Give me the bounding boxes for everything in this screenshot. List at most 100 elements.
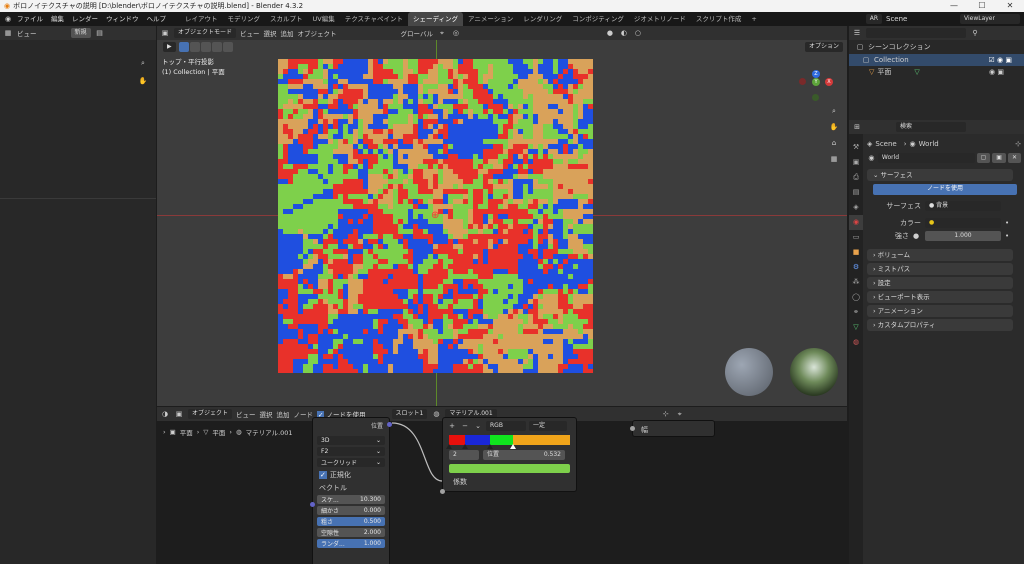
options-button[interactable]: オプション [804, 42, 843, 52]
tab-sculpt[interactable]: スカルプト [265, 12, 308, 26]
tab-rendering[interactable]: レンダリング [518, 12, 567, 26]
outliner-collection[interactable]: ▢ Collection ☑ ◉ ▣ [849, 54, 1024, 66]
outliner-type-icon[interactable]: ☰ [852, 28, 862, 38]
factor-input-socket[interactable] [440, 489, 445, 494]
tab-texture-paint[interactable]: テクスチャペイント [340, 12, 408, 26]
ar-button[interactable]: AR [865, 14, 882, 24]
physics-tab-icon[interactable]: ◯ [849, 290, 863, 305]
viewport-menu-select[interactable]: 選択 [264, 28, 277, 38]
snap-icon[interactable]: ⌖ [437, 28, 447, 38]
pan-hand-icon[interactable]: ✋ [829, 122, 839, 132]
tab-layout[interactable]: レイアウト [180, 12, 223, 26]
ramp-stop-marker[interactable] [510, 444, 517, 449]
voronoi-field-3[interactable]: 空隙性 2.000 [317, 528, 385, 537]
proportional-icon[interactable]: ◎ [451, 28, 461, 38]
scene-selector[interactable]: Scene [886, 15, 956, 23]
particles-tab-icon[interactable]: ⁂ [849, 275, 863, 290]
constraints-tab-icon[interactable]: ⚭ [849, 305, 863, 320]
settings-panel[interactable]: › 設定 [867, 277, 1013, 289]
volume-panel[interactable]: › ボリューム [867, 249, 1013, 261]
minimize-button[interactable]: — [940, 0, 968, 12]
menu-help[interactable]: ヘルプ [143, 12, 171, 26]
zoom-icon[interactable]: ⌕ [829, 106, 839, 116]
world-tab-icon[interactable]: ◉ [849, 215, 863, 230]
filter-icon[interactable]: ⚲ [970, 28, 980, 38]
hand-icon[interactable]: ✋ [138, 76, 148, 86]
viewport-display-panel[interactable]: › ビューポート表示 [867, 291, 1013, 303]
tab-compositing[interactable]: コンポジティング [567, 12, 629, 26]
surface-panel-header[interactable]: ⌄ サーフェス [867, 169, 1013, 181]
tab-uv[interactable]: UV編集 [308, 12, 340, 26]
tab-scripting[interactable]: スクリプト作成 [691, 12, 747, 26]
node-overlay-icons[interactable] [792, 407, 842, 421]
custom-properties-panel[interactable]: › カスタムプロパティ [867, 319, 1013, 331]
use-nodes-button[interactable]: ノードを使用 [873, 184, 1017, 195]
editor-type-icon[interactable]: ▦ [3, 28, 13, 38]
zoom-icon[interactable]: ⌕ [138, 58, 148, 68]
maximize-button[interactable]: ☐ [968, 0, 996, 12]
animation-panel[interactable]: › アニメーション [867, 305, 1013, 317]
add-workspace-icon[interactable]: + [746, 12, 761, 26]
scene-tab-icon[interactable]: ◈ [849, 200, 863, 215]
folder-icon[interactable]: ▤ [95, 28, 105, 38]
dimensions-dropdown[interactable]: 3D ⌄ [317, 436, 385, 445]
voronoi-field-4[interactable]: ランダ... 1.000 [317, 539, 385, 548]
interpolation-dropdown[interactable]: 一定 [529, 421, 567, 431]
unlink-icon[interactable]: ✕ [1007, 153, 1021, 163]
collection-tab-icon[interactable]: ▭ [849, 230, 863, 245]
shading-solid-icon[interactable]: ● [605, 28, 615, 38]
render-tab-icon[interactable]: ▣ [849, 155, 863, 170]
tool-tab-icon[interactable]: ⚒ [849, 140, 863, 155]
gizmo-x[interactable]: X [825, 78, 833, 86]
modifier-tab-icon[interactable]: ⚙ [849, 260, 863, 275]
tab-geometry-nodes[interactable]: ジオメトリノード [629, 12, 691, 26]
gizmo-z[interactable]: Z [812, 70, 820, 78]
viewport-menu-view[interactable]: ビュー [240, 28, 260, 38]
editor-type-icon[interactable]: ▣ [160, 28, 170, 38]
surface-shader-field[interactable]: ● 背景 [925, 201, 1001, 211]
vector-input-socket[interactable] [310, 502, 315, 507]
viewport-menu-object[interactable]: オブジェクト [298, 28, 337, 38]
world-name-field[interactable]: World [877, 153, 975, 163]
duplicate-icon[interactable]: ▣ [992, 153, 1006, 163]
blender-menu-icon[interactable]: ◉ [3, 14, 13, 24]
tab-animation[interactable]: アニメーション [463, 12, 518, 26]
properties-search[interactable]: 検索 [896, 122, 966, 132]
menu-file[interactable]: ファイル [13, 12, 47, 26]
outliner-scene-collection[interactable]: ▢ シーンコレクション [849, 40, 1024, 54]
feature-dropdown[interactable]: F2 ⌄ [317, 447, 385, 456]
remove-stop-icon[interactable]: − [460, 421, 470, 431]
voronoi-field-2[interactable]: 粗さ 0.500 [317, 517, 385, 526]
gizmo-y[interactable]: Y [812, 78, 820, 86]
new-button[interactable]: 新規 [70, 28, 91, 38]
view-menu[interactable]: ビュー [17, 28, 37, 38]
shader-node-editor[interactable]: ◑ ▣ オブジェクト ビュー 選択 追加 ノード ✓ ノードを使用 スロット1 … [157, 407, 847, 564]
properties-type-icon[interactable]: ⊞ [852, 122, 862, 132]
width-input-socket[interactable] [630, 426, 635, 431]
menu-edit[interactable]: 編集 [47, 12, 68, 26]
outliner-search[interactable] [866, 28, 966, 38]
fake-user-icon[interactable]: ▢ [976, 153, 991, 163]
position-output-socket[interactable] [387, 422, 392, 427]
select-mode-buttons[interactable] [179, 42, 233, 52]
navigation-gizmo[interactable]: Z Y X [797, 70, 837, 110]
shading-rendered-icon[interactable]: ○ [633, 28, 643, 38]
view-layer-selector[interactable]: ViewLayer [960, 14, 1020, 24]
tab-shading[interactable]: シェーディング [407, 12, 464, 26]
color-ramp-node[interactable]: + − ⌄ RGB 一定 2 位置 0.532 係数 [440, 417, 577, 494]
ramp-stop-marker[interactable] [446, 444, 452, 449]
grid-icon[interactable]: ▦ [829, 154, 839, 164]
3d-cursor-icon[interactable]: ⊕ [431, 210, 439, 221]
color-mode-dropdown[interactable]: RGB [486, 421, 526, 431]
distance-metric-dropdown[interactable]: ユークリッド ⌄ [317, 458, 385, 467]
add-stop-icon[interactable]: + [447, 421, 457, 431]
voronoi-field-1[interactable]: 細かさ 0.000 [317, 506, 385, 515]
visibility-icon[interactable]: ◉ ▣ [989, 68, 1004, 76]
mist-pass-panel[interactable]: › ミストパス [867, 263, 1013, 275]
view-layer-tab-icon[interactable]: ▤ [849, 185, 863, 200]
stop-position-field[interactable]: 位置 0.532 [483, 450, 565, 460]
shading-material-icon[interactable]: ◐ [619, 28, 629, 38]
material-tab-icon[interactable]: ◍ [849, 335, 863, 350]
tab-modeling[interactable]: モデリング [223, 12, 266, 26]
ramp-menu-icon[interactable]: ⌄ [473, 421, 483, 431]
